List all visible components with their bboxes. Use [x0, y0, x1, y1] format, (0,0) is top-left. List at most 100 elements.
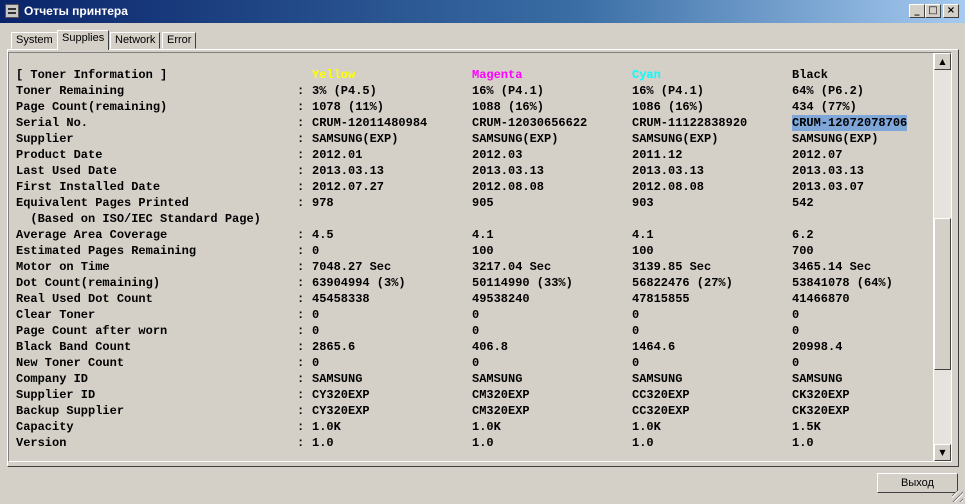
close-button[interactable]: ×	[943, 4, 959, 18]
report-content: [ Toner Information ] Yellow Magenta Cya…	[9, 53, 933, 461]
row-label: Company ID	[16, 372, 89, 386]
row-value: 542	[792, 196, 814, 210]
row-value: 2013.03.13	[472, 164, 545, 178]
tab-supplies[interactable]: Supplies	[57, 30, 110, 50]
row-separator: :	[297, 404, 305, 418]
printer-app-icon[interactable]	[5, 4, 19, 18]
row-label: First Installed Date	[16, 180, 161, 194]
row-value: 53841078 (64%)	[792, 276, 893, 290]
report-row: Serial No.: CRUM-12011480984 CRUM-12030656…	[16, 115, 933, 131]
row-value: 1464.6	[632, 340, 676, 354]
column-header-cyan: Cyan	[632, 68, 661, 82]
column-header-yellow: Yellow	[312, 68, 356, 82]
scroll-up-button[interactable]: ▲	[934, 53, 951, 70]
scroll-thumb[interactable]	[934, 218, 951, 370]
row-value: 1.0K	[472, 420, 501, 434]
row-value: 0	[312, 324, 320, 338]
row-value: 6.2	[792, 228, 814, 242]
row-label: Toner Remaining	[16, 84, 125, 98]
report-row: Black Band Count:2865.6 406.8 1464.6 20998.…	[16, 339, 933, 355]
row-value: 1.0	[472, 436, 494, 450]
tab-system[interactable]: System	[11, 32, 58, 49]
row-value: 1.0	[632, 436, 654, 450]
row-value: 1.5K	[792, 420, 821, 434]
row-value: SAMSUNG	[472, 372, 523, 386]
row-label: Motor on Time	[16, 260, 110, 274]
report-row: Motor on Time:7048.27 Sec 3217.04 Sec 3139…	[16, 259, 933, 275]
row-value: CC320EXP	[632, 404, 690, 418]
row-value: 50114990 (33%)	[472, 276, 573, 290]
row-value: 47815855	[632, 292, 690, 306]
row-value: 7048.27 Sec	[312, 260, 392, 274]
row-value: 903	[632, 196, 654, 210]
scroll-down-button[interactable]: ▼	[934, 444, 951, 461]
row-value: 2865.6	[312, 340, 356, 354]
report-row: Equivalent Pages Printed:978 905 903 542	[16, 195, 933, 211]
supplies-report-view[interactable]: [ Toner Information ] Yellow Magenta Cya…	[8, 52, 952, 462]
row-separator: :	[297, 324, 305, 338]
row-label: New Toner Count	[16, 356, 125, 370]
row-separator: :	[297, 164, 305, 178]
row-label: Black Band Count	[16, 340, 132, 354]
minimize-button[interactable]: _	[909, 4, 925, 18]
row-separator: :	[297, 148, 305, 162]
row-value: 2013.03.13	[792, 164, 865, 178]
row-label: Version	[16, 436, 67, 450]
resize-grip[interactable]	[952, 491, 963, 502]
row-value: 2013.03.13	[312, 164, 385, 178]
section-title: [ Toner Information ]	[16, 68, 168, 82]
row-label: Dot Count(remaining)	[16, 276, 161, 290]
exit-button[interactable]: Выход	[877, 473, 958, 493]
row-value: CM320EXP	[472, 388, 530, 402]
row-value: SAMSUNG(EXP)	[792, 132, 879, 146]
row-value: 2011.12	[632, 148, 683, 162]
row-separator: :	[297, 260, 305, 274]
row-separator: :	[297, 276, 305, 290]
title-bar[interactable]: Отчеты принтера _ □ ×	[0, 0, 965, 23]
row-separator: :	[297, 292, 305, 306]
row-separator: :	[297, 228, 305, 242]
row-value: 1086 (16%)	[632, 100, 705, 114]
column-header-magenta: Magenta	[472, 68, 523, 82]
report-row: Dot Count(remaining):63904994 (3%) 501149…	[16, 275, 933, 291]
vertical-scrollbar[interactable]: ▲ ▼	[934, 53, 951, 461]
column-header-black: Black	[792, 68, 829, 82]
row-value: 49538240	[472, 292, 530, 306]
row-value: 0	[792, 308, 800, 322]
row-value: 41466870	[792, 292, 850, 306]
row-value: SAMSUNG	[632, 372, 683, 386]
tab-network[interactable]: Network	[110, 32, 161, 49]
row-value: 63904994 (3%)	[312, 276, 406, 290]
row-value: 905	[472, 196, 494, 210]
report-row: (Based on ISO/IEC Standard Page)	[16, 211, 933, 227]
report-row: Supplier: SAMSUNG(EXP) SAMSUNG(EXP) SAMSUNG…	[16, 131, 933, 147]
row-value: 2012.07	[792, 148, 843, 162]
tab-error[interactable]: Error	[162, 32, 197, 49]
row-value: 1088 (16%)	[472, 100, 545, 114]
row-label: Real Used Dot Count	[16, 292, 153, 306]
report-header-row: [ Toner Information ] Yellow Magenta Cya…	[16, 67, 933, 83]
row-separator: :	[297, 308, 305, 322]
row-value: 0	[792, 324, 800, 338]
row-value: 434 (77%)	[792, 100, 857, 114]
row-separator: :	[297, 436, 305, 450]
report-row: Clear Toner:0 0 0 0	[16, 307, 933, 323]
row-value: 2012.01	[312, 148, 363, 162]
row-value: 0	[472, 308, 480, 322]
row-label: Supplier ID	[16, 388, 96, 402]
row-label: Serial No.	[16, 116, 89, 130]
row-label: Estimated Pages Remaining	[16, 244, 197, 258]
row-value: 700	[792, 244, 814, 258]
maximize-button[interactable]: □	[925, 4, 941, 18]
row-value: 1.0K	[632, 420, 661, 434]
row-separator: :	[297, 196, 305, 210]
row-separator: :	[297, 356, 305, 370]
row-value: 2012.07.27	[312, 180, 385, 194]
row-value: 2012.08.08	[632, 180, 705, 194]
row-value: CRUM-11122838920	[632, 116, 748, 130]
row-label: Page Count after worn	[16, 324, 168, 338]
report-row: First Installed Date:2012.07.27 2012.08.0…	[16, 179, 933, 195]
row-value: 3465.14 Sec	[792, 260, 872, 274]
report-row: New Toner Count:0 0 0 0	[16, 355, 933, 371]
row-value: 2013.03.13	[632, 164, 705, 178]
